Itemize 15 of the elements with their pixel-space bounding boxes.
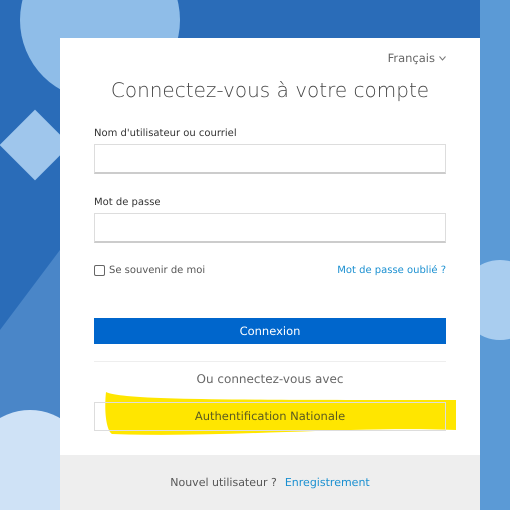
- register-link[interactable]: Enregistrement: [284, 474, 370, 491]
- input-field[interactable]: [94, 144, 446, 174]
- provider-button[interactable]: Authentification Nationale: [94, 402, 446, 432]
- input-field[interactable]: [94, 213, 446, 244]
- field-label: Nom d'utilisateur ou courriel: [94, 127, 237, 142]
- forgot-password-link[interactable]: Mot de passe oublié ?: [337, 263, 446, 278]
- checkbox-label: Se souvenir de moi: [109, 264, 206, 278]
- field-label: Mot de passe: [94, 196, 161, 210]
- chevron-down-icon: [439, 56, 446, 62]
- checkbox[interactable]: [94, 265, 105, 276]
- new-user-text: Nouvel utilisateur ?: [170, 474, 277, 490]
- page-title: Connectez-vous à votre compte: [110, 77, 430, 104]
- language-selector[interactable]: Français: [388, 50, 446, 68]
- login-button[interactable]: Connexion: [94, 318, 446, 344]
- divider-text: Ou connectez-vous avec: [196, 371, 344, 388]
